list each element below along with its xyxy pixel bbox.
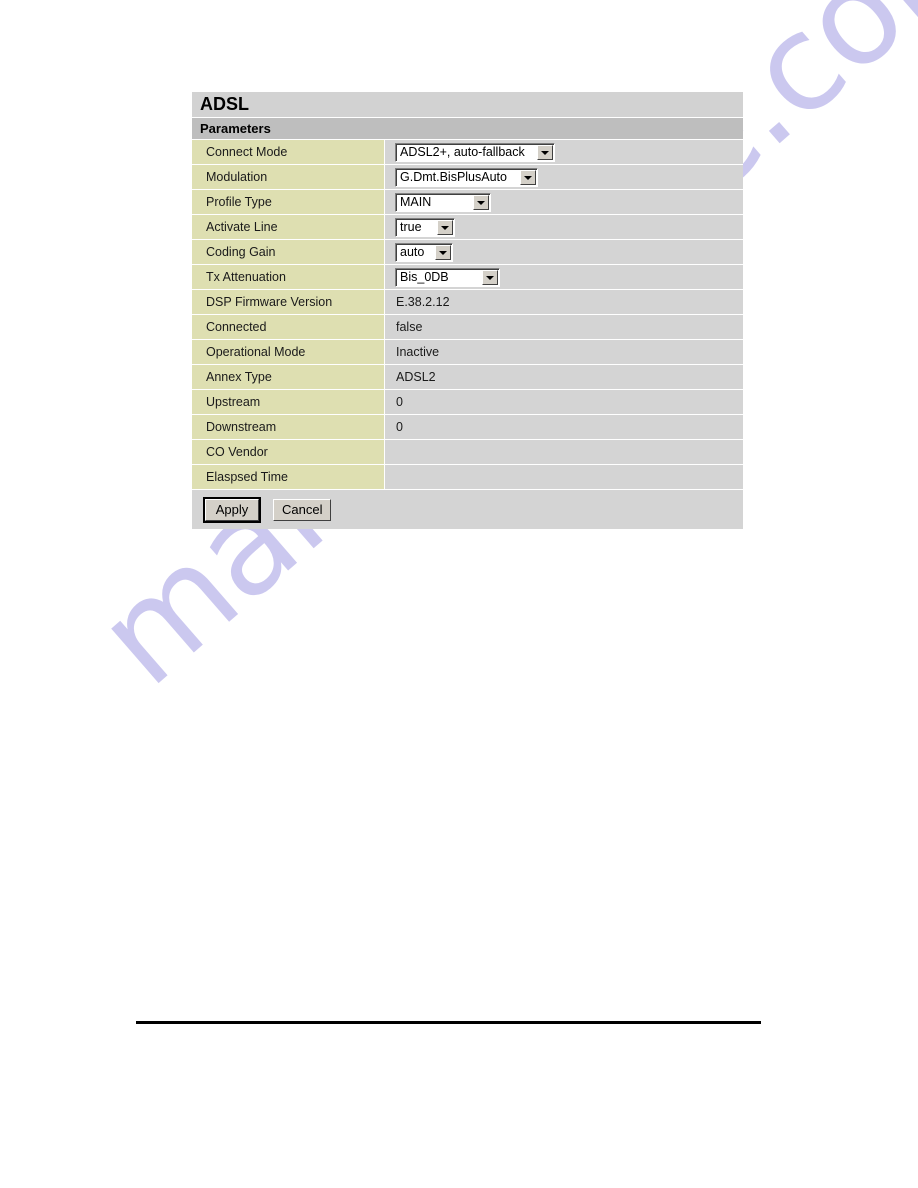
parameters-row-list: Connect Mode ADSL2+, auto-fallback Modulat… (192, 139, 743, 489)
table-row: Modulation G.Dmt.BisPlusAuto (192, 164, 743, 189)
parameter-label: Tx Attenuation (192, 265, 384, 289)
chevron-down-icon[interactable] (537, 145, 553, 160)
table-row: Elaspsed Time (192, 464, 743, 489)
select-profile-type[interactable]: MAIN (395, 193, 491, 212)
table-row: Upstream 0 (192, 389, 743, 414)
table-row: Operational Mode Inactive (192, 339, 743, 364)
page-footer-rule (136, 1021, 761, 1024)
parameter-label: Elaspsed Time (192, 465, 384, 489)
parameter-value: 0 (384, 390, 743, 414)
parameter-label: Profile Type (192, 190, 384, 214)
parameter-value-cell: Bis_0DB (384, 265, 743, 289)
parameter-value: ADSL2 (384, 365, 743, 389)
table-row: Connected false (192, 314, 743, 339)
select-activate-line[interactable]: true (395, 218, 455, 237)
table-row: CO Vendor (192, 439, 743, 464)
chevron-down-icon[interactable] (473, 195, 489, 210)
table-row: Connect Mode ADSL2+, auto-fallback (192, 139, 743, 164)
select-connect-mode[interactable]: ADSL2+, auto-fallback (395, 143, 555, 162)
table-row: Annex Type ADSL2 (192, 364, 743, 389)
parameter-value: Inactive (384, 340, 743, 364)
parameter-label: Coding Gain (192, 240, 384, 264)
parameter-label: Connected (192, 315, 384, 339)
table-row: Activate Line true (192, 214, 743, 239)
chevron-down-icon[interactable] (435, 245, 451, 260)
parameter-label: Operational Mode (192, 340, 384, 364)
parameter-value (384, 440, 743, 464)
section-title-parameters: Parameters (192, 117, 743, 139)
select-selected-value: auto (400, 245, 425, 259)
parameter-label: Annex Type (192, 365, 384, 389)
parameter-label: Activate Line (192, 215, 384, 239)
adsl-parameters-panel: ADSL Parameters Connect Mode ADSL2+, auto… (192, 92, 743, 529)
select-selected-value: ADSL2+, auto-fallback (400, 145, 525, 159)
parameter-value (384, 465, 743, 489)
table-row: Profile Type MAIN (192, 189, 743, 214)
select-coding-gain[interactable]: auto (395, 243, 453, 262)
table-row: DSP Firmware Version E.38.2.12 (192, 289, 743, 314)
parameter-value: false (384, 315, 743, 339)
select-selected-value: MAIN (400, 195, 432, 209)
select-selected-value: true (400, 220, 422, 234)
parameter-value-cell: G.Dmt.BisPlusAuto (384, 165, 743, 189)
parameter-label: Upstream (192, 390, 384, 414)
panel-title: ADSL (192, 92, 743, 117)
parameter-value-cell: MAIN (384, 190, 743, 214)
parameter-value-cell: ADSL2+, auto-fallback (384, 140, 743, 164)
cancel-button[interactable]: Cancel (273, 498, 332, 521)
select-selected-value: Bis_0DB (400, 270, 449, 284)
parameter-label: Connect Mode (192, 140, 384, 164)
parameter-label: Modulation (192, 165, 384, 189)
panel-button-bar: Apply Cancel (192, 489, 743, 529)
table-row: Coding Gain auto (192, 239, 743, 264)
parameter-label: Downstream (192, 415, 384, 439)
parameter-value-cell: true (384, 215, 743, 239)
select-modulation[interactable]: G.Dmt.BisPlusAuto (395, 168, 538, 187)
select-tx-attenuation[interactable]: Bis_0DB (395, 268, 500, 287)
select-selected-value: G.Dmt.BisPlusAuto (400, 170, 507, 184)
chevron-down-icon[interactable] (520, 170, 536, 185)
chevron-down-icon[interactable] (437, 220, 453, 235)
parameter-label: CO Vendor (192, 440, 384, 464)
parameter-value: 0 (384, 415, 743, 439)
table-row: Tx Attenuation Bis_0DB (192, 264, 743, 289)
parameter-value: E.38.2.12 (384, 290, 743, 314)
table-row: Downstream 0 (192, 414, 743, 439)
parameter-label: DSP Firmware Version (192, 290, 384, 314)
chevron-down-icon[interactable] (482, 270, 498, 285)
apply-button[interactable]: Apply (203, 496, 261, 523)
parameter-value-cell: auto (384, 240, 743, 264)
